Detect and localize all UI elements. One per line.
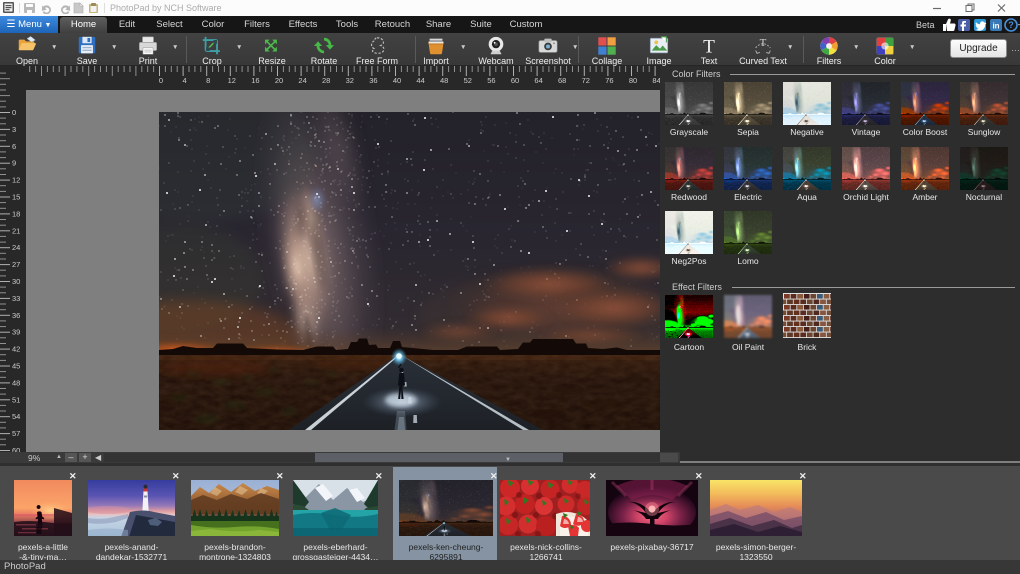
svg-text:48: 48 bbox=[440, 76, 448, 85]
svg-text:0: 0 bbox=[159, 76, 163, 85]
svg-text:72: 72 bbox=[582, 76, 590, 85]
svg-text:3: 3 bbox=[12, 125, 16, 134]
svg-text:51: 51 bbox=[12, 395, 20, 404]
svg-text:64: 64 bbox=[534, 76, 542, 85]
svg-text:in: in bbox=[992, 22, 999, 31]
svg-text:4: 4 bbox=[183, 76, 187, 85]
svg-text:20: 20 bbox=[275, 76, 283, 85]
svg-text:80: 80 bbox=[629, 76, 637, 85]
svg-text:36: 36 bbox=[12, 311, 20, 320]
svg-text:39: 39 bbox=[12, 328, 20, 337]
svg-text:30: 30 bbox=[12, 277, 20, 286]
svg-text:T: T bbox=[703, 36, 715, 57]
svg-text:60: 60 bbox=[511, 76, 519, 85]
svg-text:12: 12 bbox=[12, 176, 20, 185]
svg-text:33: 33 bbox=[12, 294, 20, 303]
svg-text:0: 0 bbox=[12, 108, 16, 117]
svg-text:44: 44 bbox=[416, 76, 424, 85]
svg-text:?: ? bbox=[1008, 20, 1014, 30]
svg-text:28: 28 bbox=[322, 76, 330, 85]
svg-text:54: 54 bbox=[12, 412, 20, 421]
svg-text:32: 32 bbox=[346, 76, 354, 85]
svg-text:45: 45 bbox=[12, 362, 20, 371]
svg-text:8: 8 bbox=[206, 76, 210, 85]
svg-text:12: 12 bbox=[228, 76, 236, 85]
svg-text:84: 84 bbox=[652, 76, 660, 85]
svg-text:21: 21 bbox=[12, 226, 20, 235]
svg-text:6: 6 bbox=[12, 142, 16, 151]
svg-text:42: 42 bbox=[12, 345, 20, 354]
svg-text:57: 57 bbox=[12, 429, 20, 438]
svg-text:T: T bbox=[760, 37, 767, 49]
svg-text:18: 18 bbox=[12, 209, 20, 218]
svg-text:68: 68 bbox=[558, 76, 566, 85]
svg-text:15: 15 bbox=[12, 193, 20, 202]
svg-text:56: 56 bbox=[487, 76, 495, 85]
svg-text:48: 48 bbox=[12, 378, 20, 387]
svg-text:24: 24 bbox=[12, 243, 20, 252]
svg-text:9: 9 bbox=[12, 159, 16, 168]
svg-text:76: 76 bbox=[605, 76, 613, 85]
svg-text:40: 40 bbox=[393, 76, 401, 85]
svg-text:24: 24 bbox=[298, 76, 306, 85]
svg-text:52: 52 bbox=[464, 76, 472, 85]
svg-text:16: 16 bbox=[251, 76, 259, 85]
svg-text:27: 27 bbox=[12, 260, 20, 269]
svg-text:36: 36 bbox=[369, 76, 377, 85]
